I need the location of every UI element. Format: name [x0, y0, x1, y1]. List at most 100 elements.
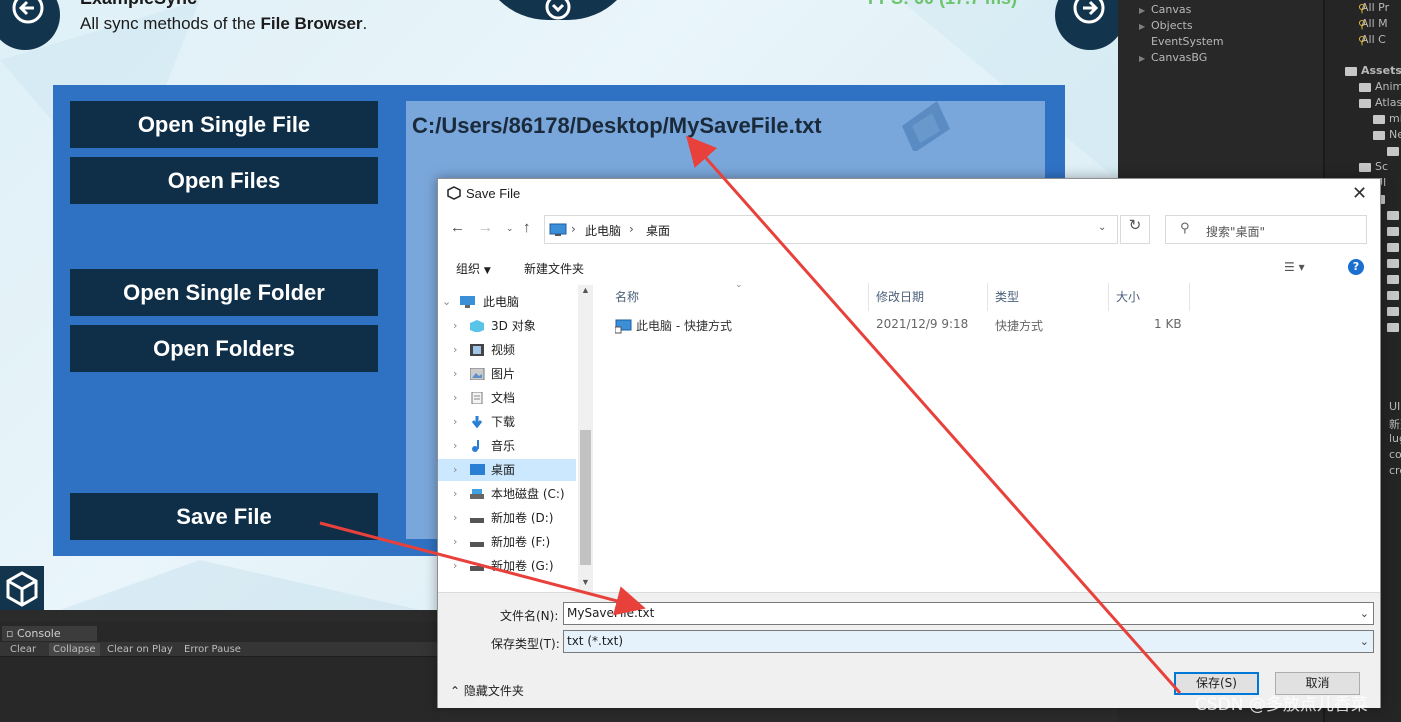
project-folder-mi[interactable]: mi — [1389, 112, 1401, 125]
chevron-right-icon[interactable]: › — [453, 411, 457, 433]
expand-arrow-icon[interactable]: ▶ — [1139, 22, 1145, 31]
3d-objects-icon — [470, 320, 484, 332]
chevron-down-icon[interactable]: ⌄ — [1360, 631, 1369, 652]
computer-icon — [460, 296, 475, 308]
chevron-right-icon[interactable]: › — [453, 387, 457, 409]
new-folder-button[interactable]: 新建文件夹 — [524, 260, 584, 277]
tree-label: 视频 — [491, 343, 516, 357]
tree-item-desktop[interactable]: › 桌面 — [438, 459, 576, 481]
open-single-folder-button[interactable]: Open Single Folder — [70, 269, 378, 316]
expand-arrow-icon[interactable]: ▶ — [1139, 6, 1145, 15]
hierarchy-item-canvasbg[interactable]: CanvasBG — [1151, 51, 1207, 64]
chevron-right-icon[interactable]: › — [453, 339, 457, 361]
chevron-down-icon[interactable]: ⌄ — [1360, 603, 1369, 624]
filetype-select[interactable]: txt (*.txt) ⌄ — [563, 630, 1374, 653]
tree-item-drive-d[interactable]: › 新加卷 (D:) — [438, 507, 576, 529]
organize-menu[interactable]: 组织 ▼ — [456, 260, 491, 277]
scroll-down-icon[interactable]: ▼ — [581, 577, 590, 587]
chevron-right-icon[interactable]: › — [453, 483, 457, 505]
file-type: 快捷方式 — [995, 319, 1044, 333]
project-folder-cre[interactable]: cre — [1389, 464, 1401, 477]
hierarchy-item-objects[interactable]: Objects — [1151, 19, 1193, 32]
tree-item-downloads[interactable]: › 下载 — [438, 411, 576, 433]
column-header-type[interactable]: 类型 — [989, 283, 1109, 311]
project-folder-assets[interactable]: Assets — [1361, 64, 1401, 77]
console-clear-on-play-button[interactable]: Clear on Play — [103, 643, 177, 656]
console-error-pause-button[interactable]: Error Pause — [180, 643, 245, 656]
expand-arrow-icon[interactable]: ▶ — [1139, 54, 1145, 63]
tree-item-music[interactable]: › 音乐 — [438, 435, 576, 457]
next-scene-button[interactable] — [1055, 0, 1118, 50]
recent-locations-chevron-icon[interactable]: ⌄ — [506, 223, 514, 234]
scroll-up-icon[interactable]: ▲ — [581, 285, 590, 295]
tree-item-drive-f[interactable]: › 新加卷 (F:) — [438, 531, 576, 553]
project-folder-animations[interactable]: Anim — [1375, 80, 1401, 93]
previous-scene-button[interactable] — [0, 0, 60, 50]
tree-item-drive-c[interactable]: › 本地磁盘 (C:) — [438, 483, 576, 505]
search-input[interactable]: ⚲ 搜索"桌面" — [1165, 215, 1367, 244]
tree-item-this-pc[interactable]: ⌄ 此电脑 — [438, 291, 576, 313]
project-folder-new[interactable]: 新建 — [1389, 416, 1401, 432]
breadcrumb-this-pc[interactable]: 此电脑 — [585, 222, 621, 239]
hierarchy-item-eventsystem[interactable]: EventSystem — [1151, 35, 1224, 48]
column-header-modified[interactable]: 修改日期 — [870, 283, 988, 311]
project-folder-sc[interactable]: Sc — [1375, 160, 1388, 173]
tree-item-pictures[interactable]: › 图片 — [438, 363, 576, 385]
hide-folders-toggle[interactable]: ⌃ 隐藏文件夹 — [450, 682, 524, 699]
save-file-button[interactable]: Save File — [70, 493, 378, 540]
subtitle-suffix: . — [362, 14, 368, 33]
tree-label: 图片 — [491, 367, 516, 381]
tree-item-drive-g[interactable]: › 新加卷 (G:) — [438, 555, 576, 577]
chevron-right-icon[interactable]: › — [453, 459, 457, 481]
filetype-label: 保存类型(T): — [491, 637, 560, 651]
file-size: 1 KB — [1154, 317, 1182, 331]
project-folder-plugins[interactable]: lugi — [1389, 432, 1401, 445]
music-icon — [472, 440, 479, 452]
tree-item-3d-objects[interactable]: › 3D 对象 — [438, 315, 576, 337]
tree-item-documents[interactable]: › 文档 — [438, 387, 576, 409]
breadcrumb-separator-icon: › — [571, 222, 576, 236]
tree-label: 新加卷 (G:) — [491, 559, 554, 573]
open-single-file-button[interactable]: Open Single File — [70, 101, 378, 148]
chevron-right-icon[interactable]: › — [453, 507, 457, 529]
view-options-icon[interactable]: ☰ ▾ — [1284, 260, 1305, 274]
console-clear-button[interactable]: Clear — [6, 643, 40, 656]
project-folder-atlas[interactable]: Atlas — [1375, 96, 1401, 109]
address-dropdown-icon[interactable]: ⌄ — [1098, 222, 1106, 233]
chevron-right-icon[interactable]: › — [453, 435, 457, 457]
refresh-icon[interactable]: ↻ — [1120, 215, 1150, 244]
column-header-name[interactable]: 名称 — [609, 283, 869, 311]
folder-icon — [1359, 163, 1371, 172]
folder-icon — [1387, 211, 1399, 220]
arrow-left-icon — [12, 0, 44, 24]
search-icon: ⚲ — [1358, 3, 1367, 15]
chevron-right-icon[interactable]: › — [453, 363, 457, 385]
chevron-right-icon[interactable]: › — [453, 315, 457, 337]
help-icon[interactable]: ? — [1348, 259, 1364, 275]
back-arrow-icon[interactable]: ← — [450, 219, 465, 236]
drive-icon — [470, 489, 484, 499]
chevron-right-icon[interactable]: › — [453, 531, 457, 553]
forward-arrow-icon[interactable]: → — [478, 219, 493, 236]
console-collapse-button[interactable]: Collapse — [49, 643, 100, 656]
tree-item-video[interactable]: › 视频 — [438, 339, 576, 361]
project-folder-co[interactable]: co — [1389, 448, 1401, 461]
up-arrow-icon[interactable]: ↑ — [523, 219, 531, 236]
scene-menu-button[interactable] — [478, 0, 638, 20]
hierarchy-item-canvas[interactable]: Canvas — [1151, 3, 1191, 16]
tree-scrollbar[interactable]: ▲ ▼ — [578, 285, 593, 593]
filename-input[interactable]: MySaveFile.txt ⌄ — [563, 602, 1374, 625]
search-icon: ⚲ — [1180, 221, 1190, 236]
address-bar[interactable]: › 此电脑 › 桌面 ⌄ — [544, 215, 1118, 244]
open-files-button[interactable]: Open Files — [70, 157, 378, 204]
open-folders-button[interactable]: Open Folders — [70, 325, 378, 372]
project-folder-ne[interactable]: Ne — [1389, 128, 1401, 141]
chevron-down-icon[interactable]: ⌄ — [442, 291, 451, 313]
console-tab[interactable]: ▫ Console — [2, 626, 97, 641]
breadcrumb-desktop[interactable]: 桌面 — [646, 222, 670, 239]
scrollbar-thumb[interactable] — [580, 430, 591, 565]
close-icon[interactable]: ✕ — [1352, 183, 1367, 204]
column-header-size[interactable]: 大小 — [1110, 283, 1190, 311]
chevron-right-icon[interactable]: › — [453, 555, 457, 577]
project-folder-ui2[interactable]: UI — [1389, 400, 1400, 413]
